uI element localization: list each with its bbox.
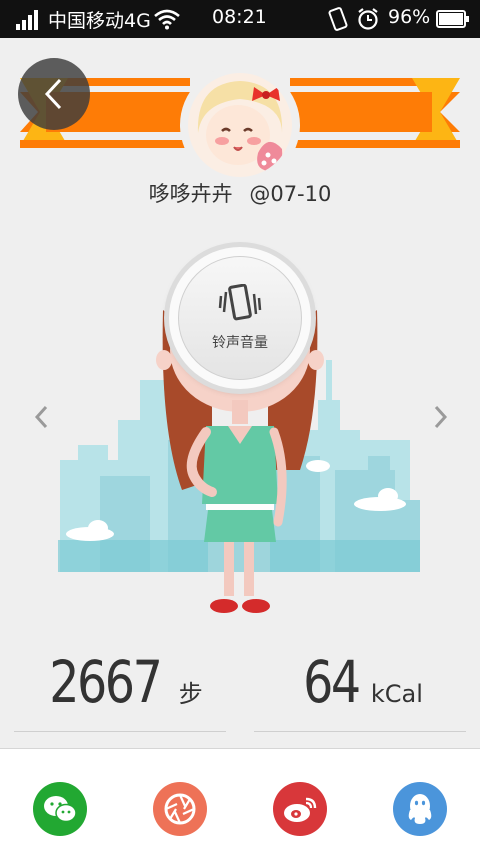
avatar-frame: [180, 65, 300, 185]
alarm-icon: [358, 8, 378, 30]
calories-stat: 64 kCal: [254, 648, 466, 732]
ringtone-volume-label: 铃声音量: [212, 335, 268, 351]
vibrate-icon: [328, 7, 348, 31]
carrier-label: 中国移动4G: [48, 10, 151, 32]
steps-value: 2667: [49, 648, 163, 716]
clock: 08:21: [212, 6, 267, 28]
calories-value: 64: [303, 648, 361, 716]
steps-unit: 步: [178, 680, 203, 708]
ringtone-volume-inner: 铃声音量: [178, 256, 302, 380]
moments-share-button[interactable]: [153, 782, 207, 836]
share-bar: [0, 749, 480, 854]
wifi-icon: [154, 9, 180, 30]
ringtone-volume-button[interactable]: 铃声音量: [169, 247, 311, 389]
avatar-image: [188, 73, 292, 177]
wechat-share-button[interactable]: [33, 782, 87, 836]
chevron-left-icon: [44, 78, 62, 110]
battery-percent: 96%: [388, 6, 431, 28]
status-bar: 中国移动4G 08:21 96%: [0, 0, 480, 38]
camera-shutter-icon: [164, 793, 196, 825]
next-arrow-button[interactable]: [428, 402, 452, 432]
vibrate-phone-icon: [218, 284, 262, 321]
date-label: @07-10: [249, 182, 332, 206]
weibo-share-button[interactable]: [273, 782, 327, 836]
wechat-icon: [44, 796, 77, 823]
avatar[interactable]: [188, 73, 292, 177]
qq-share-button[interactable]: [393, 782, 447, 836]
username: 哆哆卉卉: [148, 182, 233, 206]
steps-stat: 2667 步: [14, 648, 226, 732]
weibo-icon: [284, 797, 317, 822]
previous-arrow-button[interactable]: [30, 402, 54, 432]
battery-icon: [436, 10, 469, 28]
signal-icon: [16, 10, 42, 30]
calories-unit: kCal: [370, 680, 423, 708]
back-button[interactable]: [18, 58, 90, 130]
qq-icon: [408, 794, 432, 824]
